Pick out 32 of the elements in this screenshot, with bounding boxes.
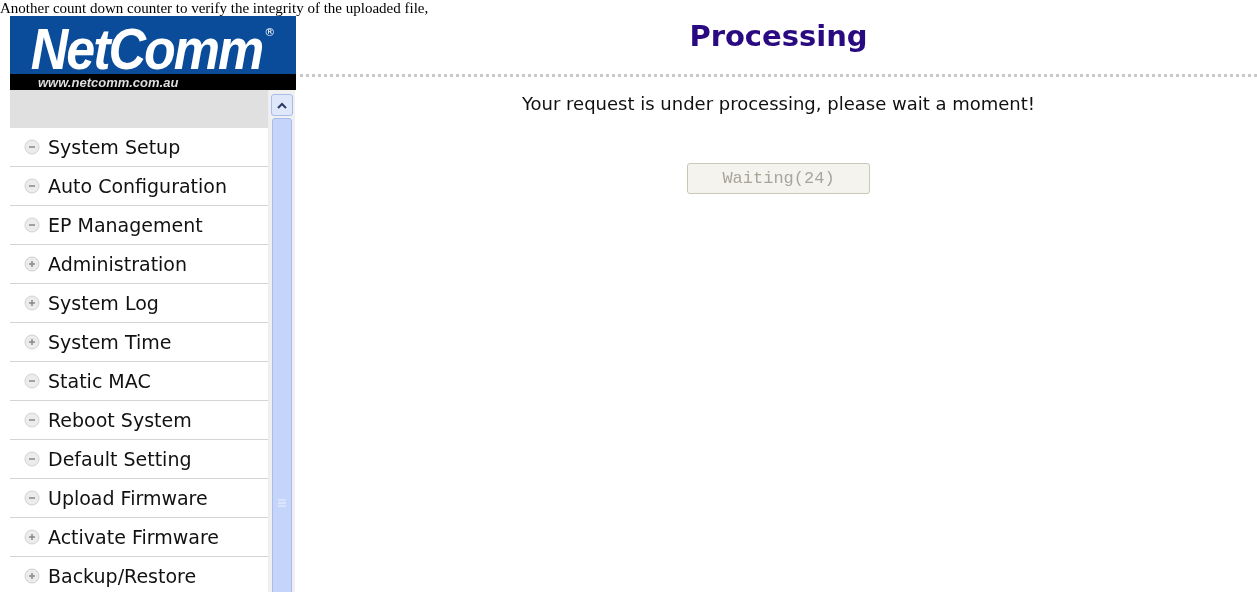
plus-icon (24, 256, 40, 272)
sidebar-item[interactable]: Activate Firmware (10, 518, 268, 557)
minus-icon (24, 139, 40, 155)
sidebar-item[interactable]: EP Management (10, 206, 268, 245)
page-title: Processing (689, 18, 868, 54)
logo-url: www.netcomm.com.au (38, 74, 179, 90)
sidebar-item[interactable]: Auto Configuration (10, 167, 268, 206)
caret-up-icon (277, 101, 287, 109)
minus-icon (24, 412, 40, 428)
sidebar-item[interactable]: Static MAC (10, 362, 268, 401)
logo-text: NetComm (30, 16, 263, 74)
sidebar-item[interactable]: System Setup (10, 128, 268, 167)
sidebar-item[interactable]: Upload Firmware (10, 479, 268, 518)
scrollbar-thumb[interactable] (272, 118, 292, 592)
sidebar-item[interactable]: Default Setting (10, 440, 268, 479)
minus-icon (24, 217, 40, 233)
sidebar-item[interactable]: System Time (10, 323, 268, 362)
status-message: Your request is under processing, please wait a moment! (521, 93, 1036, 114)
sidebar-item[interactable]: System Log (10, 284, 268, 323)
minus-icon (24, 373, 40, 389)
minus-icon (24, 490, 40, 506)
sidebar-item[interactable]: Reboot System (10, 401, 268, 440)
plus-icon (24, 295, 40, 311)
plus-icon (24, 568, 40, 584)
plus-icon (24, 334, 40, 350)
minus-icon (24, 178, 40, 194)
caption-text: Another count down counter to verify the integrity of the uploaded file, (0, 0, 429, 16)
minus-icon (24, 451, 40, 467)
plus-icon (24, 529, 40, 545)
sidebar-item[interactable]: Administration (10, 245, 268, 284)
scroll-up-button[interactable] (271, 94, 293, 116)
registered-mark: ® (264, 26, 276, 39)
